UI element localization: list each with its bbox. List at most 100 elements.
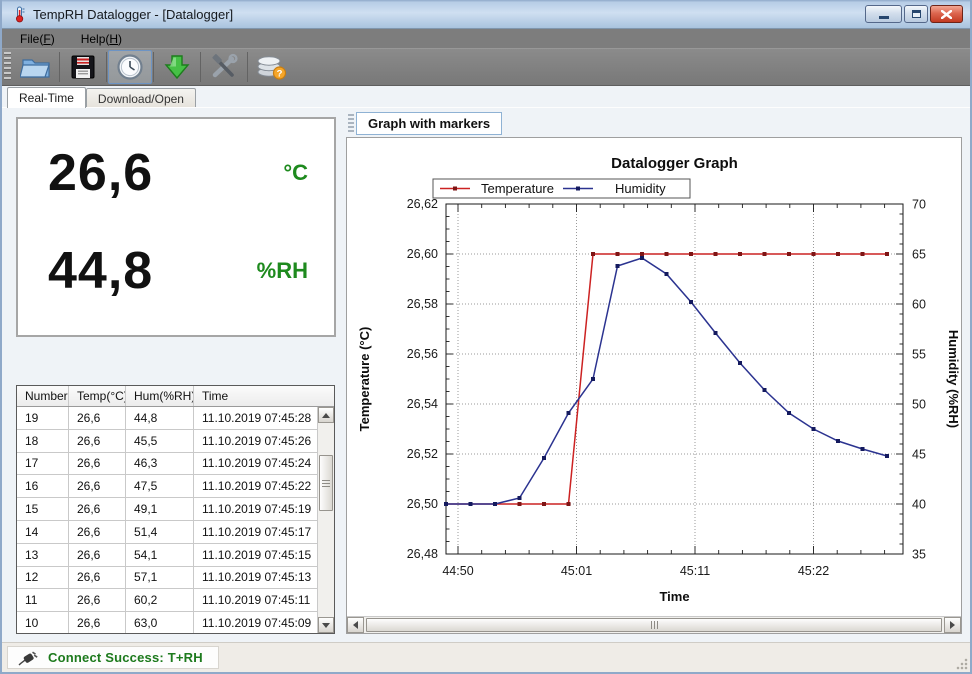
table-cell: 51,4 <box>126 521 194 543</box>
settings-tools-icon <box>209 53 239 81</box>
scroll-right-button[interactable] <box>944 617 961 633</box>
temperature-value: 26,6 <box>48 143 153 203</box>
table-cell: 63,0 <box>126 612 194 633</box>
toolbar-separator <box>106 52 107 82</box>
svg-text:45:22: 45:22 <box>798 564 829 578</box>
menu-file-text: File( <box>20 32 43 46</box>
close-button[interactable] <box>930 5 963 23</box>
svg-text:26,62: 26,62 <box>407 197 438 211</box>
table-cell: 15 <box>17 498 69 520</box>
svg-text:Datalogger Graph: Datalogger Graph <box>611 155 738 172</box>
minimize-button[interactable] <box>865 5 902 23</box>
table-cell: 46,3 <box>126 453 194 475</box>
plug-icon <box>18 650 38 666</box>
database-help-icon: ? <box>255 53 287 81</box>
table-cell: 54,1 <box>126 544 194 566</box>
resize-grip[interactable] <box>956 658 968 670</box>
column-header[interactable]: Temp(°C) <box>69 386 126 406</box>
table-cell: 26,6 <box>69 567 126 589</box>
column-header[interactable]: Time <box>194 386 334 406</box>
scroll-up-button[interactable] <box>318 407 334 423</box>
svg-text:70: 70 <box>912 198 926 212</box>
table-row[interactable]: 1526,649,111.10.2019 07:45:19 <box>17 498 317 521</box>
table-cell: 11.10.2019 07:45:28 <box>194 407 317 429</box>
toolbar-grip[interactable] <box>4 52 11 82</box>
settings-button[interactable] <box>202 50 246 84</box>
toolbar: ? <box>2 48 970 86</box>
column-header[interactable]: Hum(%RH) <box>126 386 194 406</box>
svg-text:45:01: 45:01 <box>561 564 592 578</box>
table-cell: 44,8 <box>126 407 194 429</box>
table-cell: 26,6 <box>69 544 126 566</box>
app-window: TempRH Datalogger - [Datalogger] File(F)… <box>0 0 972 674</box>
svg-text:26,60: 26,60 <box>407 247 438 261</box>
scroll-down-button[interactable] <box>318 617 334 633</box>
svg-text:Humidity (%RH): Humidity (%RH) <box>946 330 961 428</box>
thermometer-app-icon <box>11 6 27 23</box>
graph-with-markers-button[interactable]: Graph with markers <box>356 112 502 135</box>
humidity-unit: %RH <box>257 258 308 284</box>
datalogger-chart: Datalogger Graph26,4826,5026,5226,5426,5… <box>347 138 961 616</box>
close-icon <box>941 10 952 19</box>
table-row[interactable]: 1926,644,811.10.2019 07:45:28 <box>17 407 317 430</box>
table-cell: 17 <box>17 453 69 475</box>
table-cell: 11.10.2019 07:45:26 <box>194 430 317 452</box>
tab-real-time[interactable]: Real-Time <box>7 87 86 108</box>
table-cell: 18 <box>17 430 69 452</box>
svg-text:45:11: 45:11 <box>680 564 710 578</box>
table-row[interactable]: 1126,660,211.10.2019 07:45:11 <box>17 589 317 612</box>
table-row[interactable]: 1326,654,111.10.2019 07:45:15 <box>17 544 317 567</box>
table-cell: 45,5 <box>126 430 194 452</box>
scroll-thumb[interactable] <box>319 455 333 511</box>
table-cell: 13 <box>17 544 69 566</box>
tab-download-open[interactable]: Download/Open <box>86 88 196 107</box>
svg-text:40: 40 <box>912 498 926 512</box>
table-row[interactable]: 1226,657,111.10.2019 07:45:13 <box>17 567 317 590</box>
svg-text:26,48: 26,48 <box>407 547 438 561</box>
table-cell: 26,6 <box>69 589 126 611</box>
column-header[interactable]: Number <box>17 386 69 406</box>
table-cell: 11.10.2019 07:45:15 <box>194 544 317 566</box>
table-cell: 11.10.2019 07:45:11 <box>194 589 317 611</box>
svg-text:26,56: 26,56 <box>407 347 438 361</box>
scroll-left-button[interactable] <box>347 617 364 633</box>
svg-text:26,52: 26,52 <box>407 447 438 461</box>
menu-help-key: H <box>109 32 118 46</box>
table-row[interactable]: 1426,651,411.10.2019 07:45:17 <box>17 521 317 544</box>
svg-text:26,50: 26,50 <box>407 497 438 511</box>
realtime-button[interactable] <box>108 50 152 84</box>
maximize-button[interactable] <box>904 5 928 23</box>
table-cell: 11.10.2019 07:45:17 <box>194 521 317 543</box>
arrow-right-icon <box>950 621 955 629</box>
menu-item-file[interactable]: File(F) <box>20 32 55 46</box>
download-button[interactable] <box>155 50 199 84</box>
hscroll-thumb[interactable] <box>366 618 942 632</box>
window-title: TempRH Datalogger - [Datalogger] <box>33 7 233 22</box>
save-button[interactable] <box>61 50 105 84</box>
status-message: Connect Success: T+RH <box>48 650 203 665</box>
graph-toolstrip-grip[interactable] <box>348 114 354 134</box>
svg-text:60: 60 <box>912 298 926 312</box>
open-folder-icon <box>20 53 52 81</box>
svg-text:55: 55 <box>912 348 926 362</box>
toolbar-separator <box>247 52 248 82</box>
menu-item-help[interactable]: Help(H) <box>81 32 122 46</box>
svg-text:44:50: 44:50 <box>442 564 473 578</box>
readout-panel: 26,6 °C 44,8 %RH <box>16 117 336 337</box>
graph-horizontal-scrollbar[interactable] <box>347 616 961 633</box>
table-row[interactable]: 1026,663,011.10.2019 07:45:09 <box>17 612 317 633</box>
table-cell: 60,2 <box>126 589 194 611</box>
maximize-icon <box>912 10 921 18</box>
table-row[interactable]: 1826,645,511.10.2019 07:45:26 <box>17 430 317 453</box>
table-row[interactable]: 1726,646,311.10.2019 07:45:24 <box>17 453 317 476</box>
open-file-button[interactable] <box>14 50 58 84</box>
svg-text:Temperature: Temperature <box>481 181 554 196</box>
table-cell: 11.10.2019 07:45:13 <box>194 567 317 589</box>
database-help-button[interactable]: ? <box>249 50 293 84</box>
table-cell: 47,5 <box>126 475 194 497</box>
titlebar: TempRH Datalogger - [Datalogger] <box>2 0 970 29</box>
table-vertical-scrollbar[interactable] <box>317 407 334 633</box>
graph-panel: Datalogger Graph26,4826,5026,5226,5426,5… <box>346 137 962 634</box>
table-row[interactable]: 1626,647,511.10.2019 07:45:22 <box>17 475 317 498</box>
status-chip: Connect Success: T+RH <box>7 646 219 669</box>
